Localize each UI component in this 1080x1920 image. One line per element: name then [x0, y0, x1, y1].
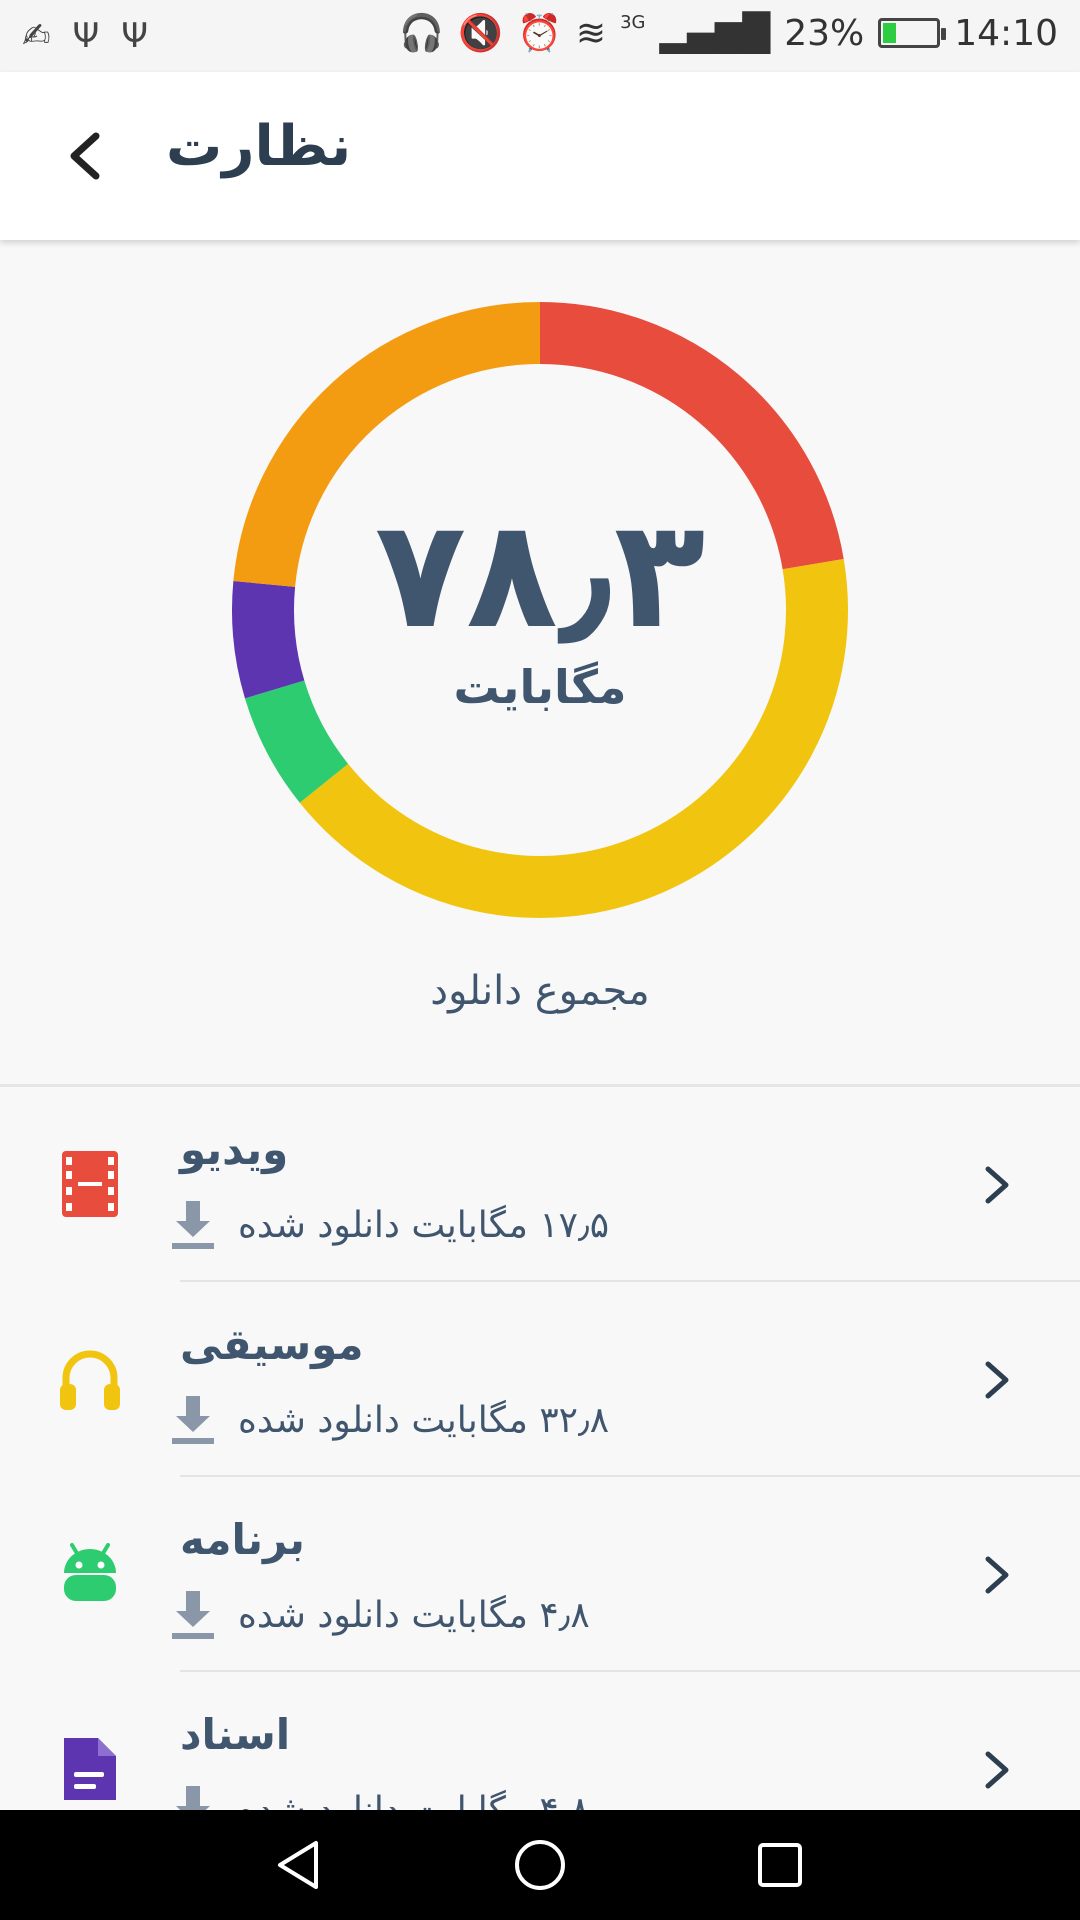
- usb-icon: Ψ: [121, 16, 149, 56]
- navigation-bar: [0, 1810, 1080, 1920]
- total-download-value: ۷۸٫۳: [374, 488, 706, 662]
- headphones-icon: [60, 1350, 120, 1410]
- download-icon: [172, 1201, 214, 1249]
- item-subtitle: ۳۲٫۸ مگابایت دانلود شده: [170, 1394, 609, 1446]
- list-item-video[interactable]: ویدیو ۱۷٫۵ مگابایت دانلود شده: [0, 1087, 1080, 1282]
- chevron-left-icon: [70, 132, 100, 180]
- document-icon: [64, 1738, 116, 1800]
- item-title: اسناد: [180, 1710, 291, 1759]
- total-download-unit: مگابایت: [453, 660, 627, 714]
- item-title: برنامه: [180, 1515, 305, 1564]
- item-sub-text: ۴٫۸ مگابایت دانلود شده: [238, 1594, 590, 1636]
- film-icon: [62, 1151, 118, 1217]
- chevron-right-icon: [985, 1556, 1009, 1594]
- status-bar: ✍ Ψ Ψ 🎧 🔇 ⏰ ≋ 3G ▂▄▆█ 23% 14:10: [0, 0, 1080, 72]
- usb-icon: Ψ: [72, 16, 100, 56]
- wifi-icon: ≋: [575, 12, 607, 54]
- home-nav-icon[interactable]: [510, 1835, 570, 1895]
- page-title: نظارت: [166, 114, 352, 179]
- recents-nav-icon[interactable]: [750, 1835, 810, 1895]
- item-subtitle: ۴٫۸ مگابایت دانلود شده: [170, 1589, 590, 1641]
- signature-icon: ✍: [22, 16, 51, 56]
- item-title: ویدیو: [180, 1125, 289, 1174]
- app-header: نظارت: [0, 72, 1080, 240]
- download-icon: [172, 1591, 214, 1639]
- download-donut-chart: ۷۸٫۳ مگابایت: [230, 300, 850, 920]
- alarm-icon: ⏰: [517, 13, 562, 54]
- network-type: 3G: [620, 12, 646, 33]
- clock: 14:10: [954, 12, 1058, 54]
- back-nav-icon[interactable]: [270, 1835, 330, 1895]
- android-icon: [64, 1543, 116, 1601]
- item-sub-text: ۴٫۸ مگابایت دانلود شده: [238, 1789, 590, 1811]
- item-subtitle: ۴٫۸ مگابایت دانلود شده: [170, 1784, 590, 1810]
- item-title: موسیقی: [180, 1320, 364, 1369]
- download-icon: [172, 1396, 214, 1444]
- total-download-label: مجموع دانلود: [430, 968, 650, 1014]
- item-sub-text: ۳۲٫۸ مگابایت دانلود شده: [238, 1399, 610, 1441]
- item-subtitle: ۱۷٫۵ مگابایت دانلود شده: [170, 1199, 609, 1251]
- mute-icon: 🔇: [458, 13, 504, 54]
- back-button[interactable]: [56, 124, 120, 188]
- signal-icon: ▂▄▆█: [659, 12, 771, 54]
- list-item-app[interactable]: برنامه ۴٫۸ مگابایت دانلود شده: [0, 1477, 1080, 1672]
- list-item-music[interactable]: موسیقی ۳۲٫۸ مگابایت دانلود شده: [0, 1282, 1080, 1477]
- category-list: ویدیو ۱۷٫۵ مگابایت دانلود شده موسیقی ۳۲٫…: [0, 1087, 1080, 1810]
- chevron-right-icon: [985, 1166, 1009, 1204]
- headset-icon: 🎧: [399, 13, 445, 54]
- list-item-documents[interactable]: اسناد ۴٫۸ مگابایت دانلود شده: [0, 1672, 1080, 1810]
- item-sub-text: ۱۷٫۵ مگابایت دانلود شده: [238, 1204, 610, 1246]
- chevron-right-icon: [985, 1361, 1009, 1399]
- battery-icon: [878, 18, 947, 48]
- chevron-right-icon: [985, 1751, 1009, 1789]
- download-icon: [176, 1786, 210, 1810]
- battery-percent: 23%: [784, 12, 865, 54]
